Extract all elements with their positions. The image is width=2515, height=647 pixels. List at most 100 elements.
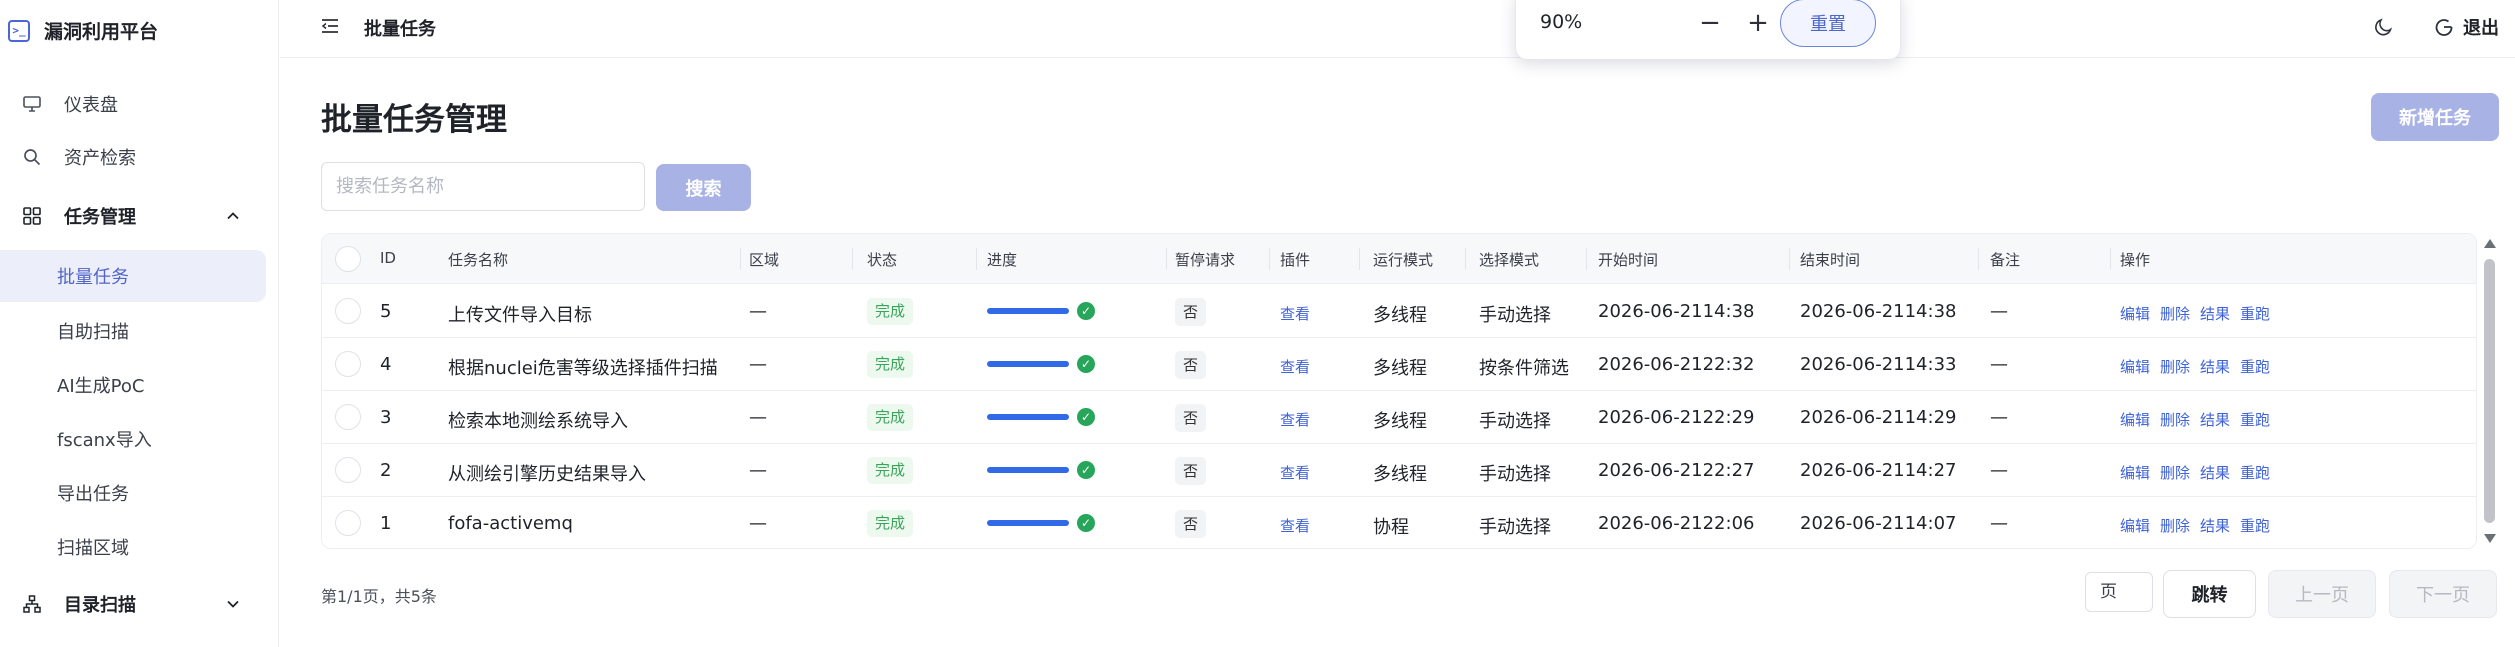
- delete-link[interactable]: 删除: [2160, 358, 2190, 376]
- cell-run-mode: 多线程: [1373, 464, 1427, 485]
- rerun-link[interactable]: 重跑: [2240, 305, 2270, 323]
- row-checkbox[interactable]: [335, 298, 361, 324]
- row-actions: 编辑 删除 结果 重跑: [2120, 356, 2280, 377]
- view-plugins-link[interactable]: 查看: [1280, 462, 1310, 483]
- sidebar-item-ai-poc[interactable]: AI生成PoC: [0, 359, 279, 411]
- select-all-checkbox[interactable]: [335, 246, 361, 272]
- cell-end-time: 2026-06-2114:38: [1800, 301, 1957, 322]
- sidebar-item-label: 仪表盘: [64, 95, 118, 116]
- table-row[interactable]: 2 从测绘引擎历史结果导入 — 完成 ✓ 否 查看 多线程 手动选择 2026-…: [322, 444, 2476, 497]
- rerun-link[interactable]: 重跑: [2240, 411, 2270, 429]
- column-divider: [1465, 248, 1466, 270]
- sidebar-item-export-tasks[interactable]: 导出任务: [0, 467, 279, 519]
- cell-end-time: 2026-06-2114:29: [1800, 407, 1957, 428]
- table-row[interactable]: 4 根据nuclei危害等级选择插件扫描 — 完成 ✓ 否 查看 多线程 按条件…: [322, 338, 2476, 391]
- row-checkbox[interactable]: [335, 510, 361, 536]
- check-circle-icon: ✓: [1077, 461, 1095, 479]
- column-divider: [1789, 248, 1790, 270]
- results-link[interactable]: 结果: [2200, 517, 2230, 535]
- moon-icon[interactable]: [2373, 16, 2395, 38]
- delete-link[interactable]: 删除: [2160, 464, 2190, 482]
- status-badge: 完成: [867, 510, 914, 537]
- column-header: 开始时间: [1598, 251, 1659, 269]
- search-button[interactable]: 搜索: [656, 164, 751, 211]
- sidebar-item-batch-tasks[interactable]: 批量任务: [0, 250, 266, 302]
- zoom-level: 90%: [1540, 11, 1583, 33]
- row-checkbox[interactable]: [335, 404, 361, 430]
- sidebar-item-label: fscanx导入: [57, 430, 152, 451]
- sidebar-item-label: 资产检索: [64, 148, 136, 169]
- edit-link[interactable]: 编辑: [2120, 464, 2150, 482]
- cell-id: 2: [380, 460, 392, 481]
- zoom-control: 90% − + 重置: [1515, 0, 1901, 60]
- results-link[interactable]: 结果: [2200, 305, 2230, 323]
- row-checkbox[interactable]: [335, 457, 361, 483]
- terminal-icon: >_: [8, 19, 30, 42]
- topbar: 批量任务 退出: [280, 0, 2515, 58]
- logout-button[interactable]: 退出: [2433, 14, 2499, 40]
- edit-link[interactable]: 编辑: [2120, 305, 2150, 323]
- view-plugins-link[interactable]: 查看: [1280, 303, 1310, 324]
- zoom-out-button[interactable]: −: [1695, 8, 1725, 38]
- rerun-link[interactable]: 重跑: [2240, 358, 2270, 376]
- cell-region: —: [749, 301, 767, 322]
- scroll-down-icon[interactable]: [2484, 534, 2496, 543]
- delete-link[interactable]: 删除: [2160, 411, 2190, 429]
- cell-select-mode: 手动选择: [1479, 411, 1551, 432]
- sidebar-group-dir-scan[interactable]: 目录扫描: [0, 579, 279, 629]
- progress-bar: ✓: [987, 459, 1107, 481]
- next-page-button[interactable]: 下一页: [2389, 570, 2497, 618]
- view-plugins-link[interactable]: 查看: [1280, 409, 1310, 430]
- rerun-link[interactable]: 重跑: [2240, 517, 2270, 535]
- sidebar-item-scan-region[interactable]: 扫描区域: [0, 521, 279, 573]
- sidebar-item-fscanx-import[interactable]: fscanx导入: [0, 413, 279, 465]
- sitemap-icon: [22, 594, 42, 614]
- table-row[interactable]: 3 检索本地测绘系统导入 — 完成 ✓ 否 查看 多线程 手动选择 2026-0…: [322, 391, 2476, 444]
- sidebar-group-task-management[interactable]: 任务管理: [0, 191, 279, 241]
- column-header: 区域: [749, 251, 780, 269]
- add-task-button[interactable]: 新增任务: [2371, 93, 2499, 141]
- page-number-input[interactable]: [2085, 572, 2153, 612]
- results-link[interactable]: 结果: [2200, 464, 2230, 482]
- row-actions: 编辑 删除 结果 重跑: [2120, 303, 2280, 324]
- row-actions: 编辑 删除 结果 重跑: [2120, 515, 2280, 536]
- prev-page-button[interactable]: 上一页: [2268, 570, 2376, 618]
- sidebar-item-dashboard[interactable]: 仪表盘: [0, 79, 279, 129]
- column-header: 任务名称: [448, 251, 509, 269]
- zoom-reset-button[interactable]: 重置: [1780, 0, 1876, 47]
- sidebar-item-asset-search[interactable]: 资产检索: [0, 132, 279, 182]
- scroll-up-icon[interactable]: [2484, 239, 2496, 248]
- results-link[interactable]: 结果: [2200, 411, 2230, 429]
- view-plugins-link[interactable]: 查看: [1280, 356, 1310, 377]
- sidebar-item-label: 批量任务: [57, 267, 129, 288]
- table-row[interactable]: 1 fofa-activemq — 完成 ✓ 否 查看 协程 手动选择 2026…: [322, 497, 2476, 548]
- delete-link[interactable]: 删除: [2160, 517, 2190, 535]
- cell-select-mode: 按条件筛选: [1479, 358, 1569, 379]
- zoom-in-button[interactable]: +: [1743, 8, 1773, 38]
- scroll-thumb[interactable]: [2484, 259, 2495, 523]
- row-checkbox[interactable]: [335, 351, 361, 377]
- delete-link[interactable]: 删除: [2160, 305, 2190, 323]
- sidebar-toggle-icon[interactable]: [320, 16, 340, 36]
- progress-bar: ✓: [987, 353, 1107, 375]
- edit-link[interactable]: 编辑: [2120, 358, 2150, 376]
- column-header: 备注: [1990, 251, 2021, 269]
- edit-link[interactable]: 编辑: [2120, 411, 2150, 429]
- sidebar-item-label: 扫描区域: [57, 538, 129, 559]
- table-scrollbar[interactable]: [2481, 235, 2497, 547]
- cell-id: 1: [380, 513, 392, 534]
- edit-link[interactable]: 编辑: [2120, 517, 2150, 535]
- sidebar-group-label: 任务管理: [64, 207, 136, 228]
- table-row[interactable]: 5 上传文件导入目标 — 完成 ✓ 否 查看 多线程 手动选择 2026-06-…: [322, 285, 2476, 338]
- brand[interactable]: >_ 漏洞利用平台: [8, 17, 158, 44]
- progress-fill: [987, 520, 1069, 526]
- column-divider: [1586, 248, 1587, 270]
- search-icon: [22, 147, 42, 167]
- jump-button[interactable]: 跳转: [2163, 570, 2256, 618]
- results-link[interactable]: 结果: [2200, 358, 2230, 376]
- search-input[interactable]: [321, 162, 645, 211]
- rerun-link[interactable]: 重跑: [2240, 464, 2270, 482]
- sidebar-item-self-scan[interactable]: 自助扫描: [0, 305, 279, 357]
- view-plugins-link[interactable]: 查看: [1280, 515, 1310, 536]
- chevron-down-icon: [223, 594, 243, 614]
